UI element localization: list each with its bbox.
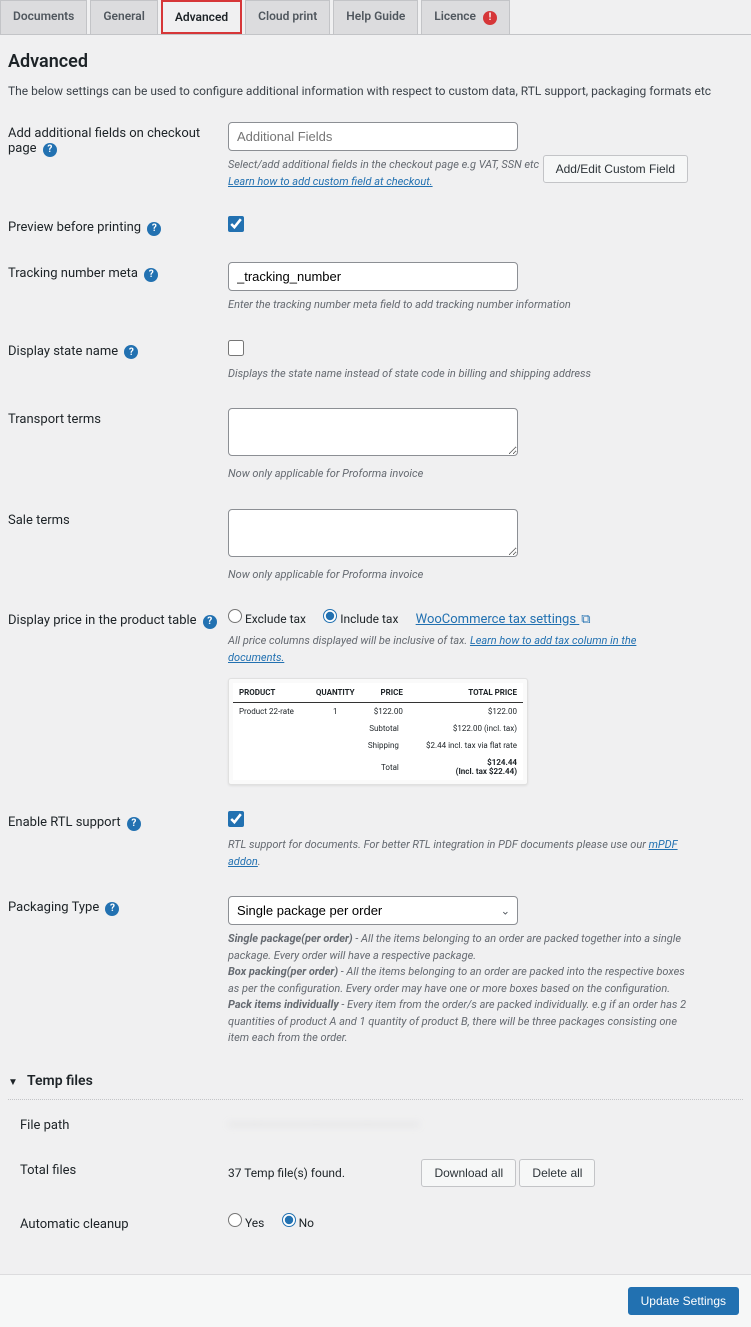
help-icon[interactable]: ? xyxy=(147,222,161,236)
alert-icon: ! xyxy=(483,11,497,25)
help-icon[interactable]: ? xyxy=(43,143,57,157)
additional-fields-input[interactable] xyxy=(228,122,518,151)
exclude-tax-radio[interactable] xyxy=(228,609,242,623)
label-filepath: File path xyxy=(20,1118,69,1133)
external-link-icon: ⧉ xyxy=(581,612,590,627)
label-price: Display price in the product table xyxy=(8,613,197,628)
label-transport: Transport terms xyxy=(8,412,101,427)
price-preview-table: PRODUCT QUANTITY PRICE TOTAL PRICE Produ… xyxy=(228,678,528,785)
packaging-select[interactable]: Single package per order xyxy=(228,896,518,925)
label-additional: Add additional fields on checkout page xyxy=(8,126,200,156)
pkg-desc3-b: Pack items individually xyxy=(228,998,339,1011)
td-price: $122.00 xyxy=(363,703,409,721)
total-incl: (Incl. tax $22.44) xyxy=(456,767,517,776)
delete-all-button[interactable]: Delete all xyxy=(519,1159,595,1187)
state-checkbox[interactable] xyxy=(228,340,244,356)
pkg-desc2-b: Box packing(per order) xyxy=(228,965,338,978)
tab-cloud-print[interactable]: Cloud print xyxy=(245,0,330,34)
download-all-button[interactable]: Download all xyxy=(421,1159,516,1187)
desc-additional: Select/add additional fields in the chec… xyxy=(228,158,539,171)
label-sale: Sale terms xyxy=(8,513,70,528)
add-edit-custom-field-button[interactable]: Add/Edit Custom Field xyxy=(543,155,688,183)
subtotal-val: $122.00 (incl. tax) xyxy=(409,720,523,737)
total-val: $124.44 xyxy=(487,758,517,767)
cleanup-yes-label: Yes xyxy=(245,1216,264,1230)
label-tracking: Tracking number meta xyxy=(8,266,138,281)
help-icon[interactable]: ? xyxy=(203,615,217,629)
subtotal-label: Subtotal xyxy=(233,720,409,737)
filepath-value: …………………………………………………………………… xyxy=(228,1115,419,1128)
th-qty: QUANTITY xyxy=(307,683,363,703)
woo-tax-settings-link[interactable]: WooCommerce tax settings ⧉ xyxy=(416,612,591,627)
th-total: TOTAL PRICE xyxy=(409,683,523,703)
tab-licence[interactable]: Licence ! xyxy=(421,0,510,34)
tab-help-guide[interactable]: Help Guide xyxy=(333,0,418,34)
totalfiles-value: 37 Temp file(s) found. xyxy=(228,1166,345,1180)
help-icon[interactable]: ? xyxy=(105,902,119,916)
rtl-checkbox[interactable] xyxy=(228,811,244,827)
label-preview: Preview before printing xyxy=(8,220,141,235)
cleanup-yes-radio[interactable] xyxy=(228,1213,242,1227)
help-icon[interactable]: ? xyxy=(127,817,141,831)
th-product: PRODUCT xyxy=(233,683,307,703)
page-intro: The below settings can be used to config… xyxy=(8,84,743,98)
label-state: Display state name xyxy=(8,344,118,359)
include-tax-label: Include tax xyxy=(340,612,398,626)
td-qty: 1 xyxy=(307,703,363,721)
include-tax-radio[interactable] xyxy=(323,609,337,623)
transport-textarea[interactable] xyxy=(228,408,518,456)
divider xyxy=(8,1099,743,1100)
cleanup-no-label: No xyxy=(299,1216,314,1230)
preview-checkbox[interactable] xyxy=(228,216,244,232)
desc-sale: Now only applicable for Proforma invoice xyxy=(228,567,688,584)
desc-transport: Now only applicable for Proforma invoice xyxy=(228,466,688,483)
desc-price: All price columns displayed will be incl… xyxy=(228,634,470,647)
learn-custom-field-link[interactable]: Learn how to add custom field at checkou… xyxy=(228,175,433,188)
page-title: Advanced xyxy=(8,51,743,72)
tracking-input[interactable] xyxy=(228,262,518,291)
tab-licence-label: Licence xyxy=(434,9,476,23)
tabs-bar: Documents General Advanced Cloud print H… xyxy=(0,0,751,35)
th-price: PRICE xyxy=(363,683,409,703)
desc-rtl: RTL support for documents. For better RT… xyxy=(228,838,649,851)
update-settings-button[interactable]: Update Settings xyxy=(628,1287,739,1315)
caret-down-icon: ▼ xyxy=(8,1077,18,1088)
cleanup-no-radio[interactable] xyxy=(282,1213,296,1227)
desc-rtl-suffix: . xyxy=(258,855,261,868)
td-total: $122.00 xyxy=(409,703,523,721)
pkg-desc1-b: Single package(per order) xyxy=(228,932,353,945)
sale-textarea[interactable] xyxy=(228,509,518,557)
help-icon[interactable]: ? xyxy=(124,345,138,359)
exclude-tax-label: Exclude tax xyxy=(245,612,306,626)
total-label: Total xyxy=(233,754,409,780)
tab-advanced[interactable]: Advanced xyxy=(161,0,242,34)
label-cleanup: Automatic cleanup xyxy=(20,1217,129,1232)
shipping-val: $2.44 incl. tax via flat rate xyxy=(409,737,523,754)
shipping-label: Shipping xyxy=(233,737,409,754)
label-totalfiles: Total files xyxy=(20,1163,76,1178)
label-rtl: Enable RTL support xyxy=(8,815,121,830)
tab-general[interactable]: General xyxy=(90,0,157,34)
desc-state: Displays the state name instead of state… xyxy=(228,366,688,383)
temp-files-heading[interactable]: ▼ Temp files xyxy=(8,1073,743,1095)
label-packaging: Packaging Type xyxy=(8,900,99,915)
help-icon[interactable]: ? xyxy=(144,268,158,282)
desc-tracking: Enter the tracking number meta field to … xyxy=(228,297,688,314)
tab-documents[interactable]: Documents xyxy=(0,0,87,34)
td-product: Product 22-rate xyxy=(233,703,307,721)
